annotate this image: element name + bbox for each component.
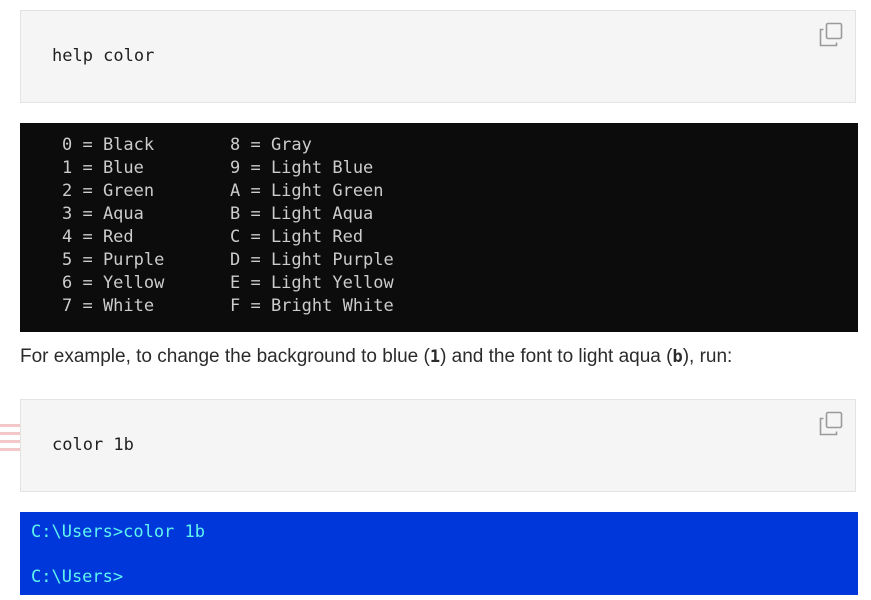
- side-accent-line: [0, 440, 22, 443]
- side-accent-line: [0, 424, 22, 427]
- help-color-code-box: help color: [20, 10, 856, 103]
- color-code-row: C = Light Red: [230, 227, 364, 247]
- color-table-console: 0 = Black 1 = Blue 2 = Green 3 = Aqua 4 …: [20, 123, 858, 332]
- color-code-row: F = Bright White: [230, 296, 394, 316]
- example-paragraph: For example, to change the background to…: [20, 346, 732, 368]
- side-accent-line: [0, 432, 22, 435]
- color-code-row: 6 = Yellow: [62, 273, 165, 293]
- color-code-row: B = Light Aqua: [230, 204, 374, 224]
- copy-icon[interactable]: [818, 22, 844, 48]
- color-code-row: D = Light Purple: [230, 250, 394, 270]
- paragraph-text: ), run:: [682, 346, 733, 367]
- color-code-row: A = Light Green: [230, 181, 384, 201]
- color-code-row: 7 = White: [62, 296, 155, 316]
- color-code-row: 1 = Blue: [62, 158, 144, 178]
- color-code-row: 2 = Green: [62, 181, 155, 201]
- paragraph-text: For example, to change the background to…: [20, 346, 430, 367]
- color-code-row: 0 = Black: [62, 135, 155, 155]
- paragraph-bold-code: 1: [429, 347, 441, 367]
- blue-console-output: C:\Users>color 1b C:\Users>: [20, 512, 858, 595]
- console-line: C:\Users>color 1b: [31, 522, 205, 542]
- paragraph-text: ) and the font to light aqua (: [440, 346, 673, 367]
- color-command[interactable]: color 1b: [52, 435, 134, 455]
- color-code-row: E = Light Yellow: [230, 273, 394, 293]
- color-code-row: 8 = Gray: [230, 135, 312, 155]
- side-accent-line: [0, 448, 22, 451]
- paragraph-bold-code: b: [672, 347, 683, 367]
- console-prompt-line: C:\Users>: [31, 567, 124, 587]
- color-code-row: 4 = Red: [62, 227, 134, 247]
- color-code-row: 9 = Light Blue: [230, 158, 374, 178]
- color-command-code-box: color 1b: [20, 399, 856, 492]
- copy-icon[interactable]: [818, 411, 844, 437]
- help-color-command[interactable]: help color: [52, 46, 154, 66]
- color-code-row: 3 = Aqua: [62, 204, 144, 224]
- color-code-row: 5 = Purple: [62, 250, 165, 270]
